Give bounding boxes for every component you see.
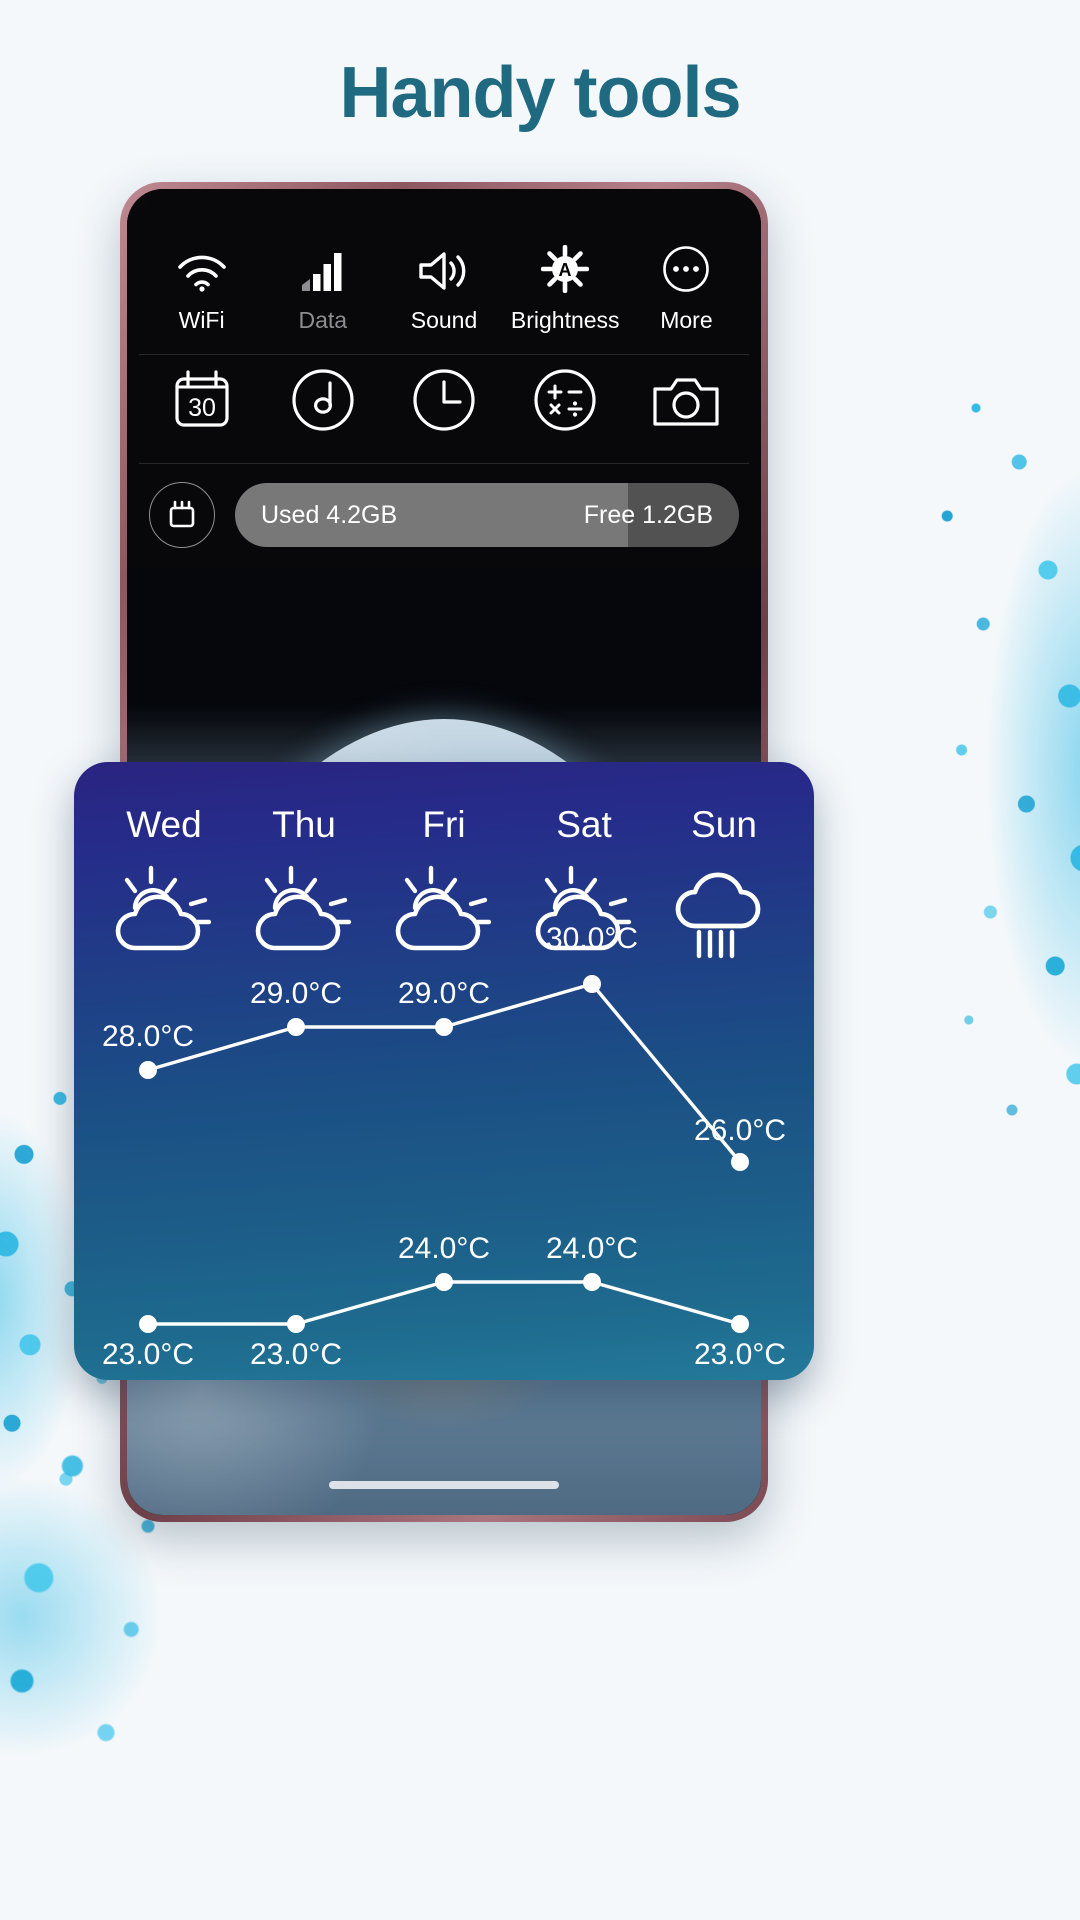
shortcut-camera[interactable] xyxy=(626,378,747,433)
temp-point xyxy=(139,1061,157,1079)
camera-icon xyxy=(651,378,721,433)
calendar-icon: 30 xyxy=(169,370,235,433)
shortcut-calendar[interactable]: 30 xyxy=(141,370,262,433)
temp-point xyxy=(139,1315,157,1333)
signal-bars-icon xyxy=(300,245,346,293)
temp-point xyxy=(731,1153,749,1171)
toggle-sound-label: Sound xyxy=(410,307,478,333)
shortcut-clock[interactable] xyxy=(383,369,504,433)
toggle-data-label: Data xyxy=(298,307,348,333)
svg-text:30: 30 xyxy=(188,394,216,422)
high-temp-label: 29.0°C xyxy=(397,977,491,1010)
memory-used-label: Used 4.2GB xyxy=(261,500,398,529)
ram-chip-icon[interactable] xyxy=(149,482,215,548)
high-temp-label: 26.0°C xyxy=(693,1114,787,1147)
more-dots-icon xyxy=(662,245,710,293)
shortcut-icons-row: 30 xyxy=(127,355,761,463)
control-center-panel: WiFi Data Sound A Brightness More 30 Use… xyxy=(127,189,761,867)
temp-point xyxy=(435,1018,453,1036)
memory-row[interactable]: Used 4.2GB Free 1.2GB xyxy=(127,464,761,568)
shortcut-music[interactable] xyxy=(262,369,383,433)
high-temp-label: 30.0°C xyxy=(545,922,639,955)
toggle-more[interactable]: More xyxy=(626,245,747,334)
memory-free-label: Free 1.2GB xyxy=(583,500,713,529)
temp-point xyxy=(435,1273,453,1291)
toggle-wifi[interactable]: WiFi xyxy=(141,245,262,334)
quick-toggles-row: WiFi Data Sound A Brightness More xyxy=(127,189,761,354)
toggle-sound[interactable]: Sound xyxy=(383,245,504,334)
svg-text:A: A xyxy=(559,260,572,280)
low-temp-label: 24.0°C xyxy=(397,1232,491,1265)
clock-icon xyxy=(411,369,477,433)
temp-point xyxy=(287,1315,305,1333)
music-note-icon xyxy=(290,369,356,433)
temp-point xyxy=(583,1273,601,1291)
toggle-more-label: More xyxy=(660,307,713,333)
low-temp-label: 23.0°C xyxy=(249,1338,343,1371)
temp-point xyxy=(287,1018,305,1036)
shortcut-calculator[interactable] xyxy=(505,369,626,433)
toggle-data[interactable]: Data xyxy=(262,245,383,334)
low-temp-label: 23.0°C xyxy=(693,1338,787,1371)
page-title: Handy tools xyxy=(339,53,741,133)
temp-point xyxy=(583,975,601,993)
low-temp-label: 23.0°C xyxy=(101,1338,195,1371)
toggle-brightness-label: Brightness xyxy=(510,307,620,333)
speaker-icon xyxy=(417,245,471,293)
high-temp-label: 29.0°C xyxy=(249,977,343,1010)
temperature-chart xyxy=(139,975,749,1333)
calculator-icon xyxy=(532,369,598,433)
high-temp-label: 28.0°C xyxy=(101,1020,195,1053)
toggle-wifi-label: WiFi xyxy=(178,307,225,333)
home-indicator[interactable] xyxy=(329,1481,559,1489)
memory-usage-bar[interactable]: Used 4.2GB Free 1.2GB xyxy=(235,483,739,547)
weather-widget: Wed Thu Fri Sat Sun 28.0°C 29.0°C 29.0°C… xyxy=(74,762,814,1380)
wifi-icon xyxy=(175,245,229,293)
brightness-auto-icon: A xyxy=(541,245,590,293)
temp-point xyxy=(731,1315,749,1333)
low-temp-label: 24.0°C xyxy=(545,1232,639,1265)
toggle-brightness[interactable]: A Brightness xyxy=(505,245,626,334)
